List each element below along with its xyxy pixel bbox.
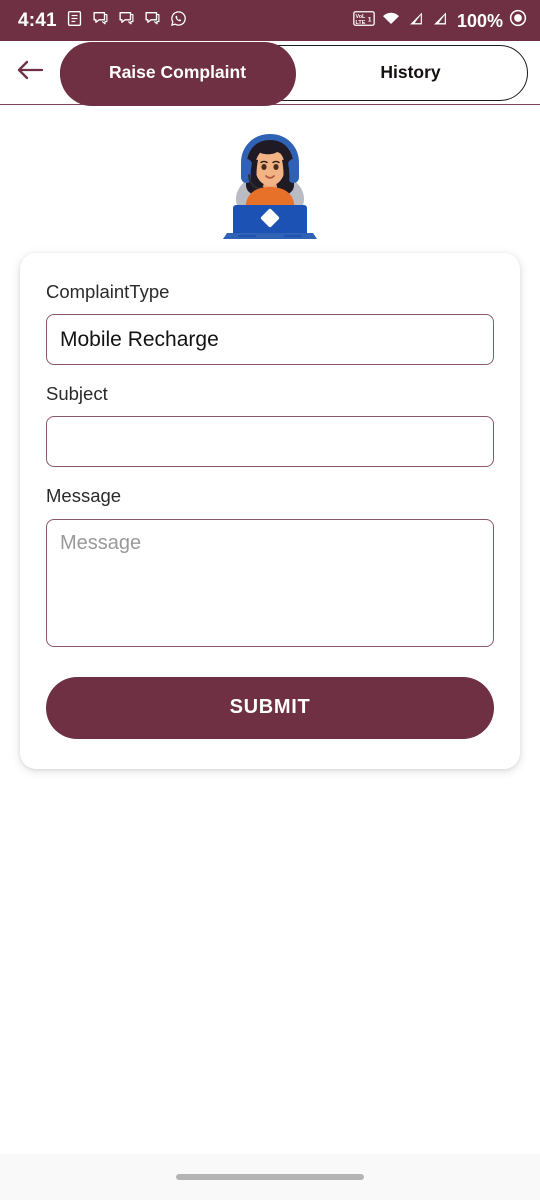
back-arrow-icon — [15, 58, 45, 87]
wifi-icon — [381, 10, 401, 32]
message-bubble-icon — [144, 10, 161, 32]
message-bubble-icon — [118, 10, 135, 32]
message-placeholder: Message — [60, 531, 142, 554]
back-button[interactable] — [0, 41, 60, 105]
signal-bars-icon — [431, 10, 449, 32]
phone-screen: 4:41 VoL LTE 1 100% Raise Complaint Hist… — [0, 0, 540, 1200]
status-bar: 4:41 VoL LTE 1 100% — [0, 0, 540, 41]
tab-switcher: Raise Complaint History — [59, 41, 528, 106]
complaint-form-card: ComplaintType Mobile Recharge Subject Me… — [20, 253, 520, 769]
volte-icon: VoL LTE 1 — [353, 10, 375, 32]
status-time: 4:41 — [18, 10, 57, 31]
home-gesture-pill[interactable] — [176, 1174, 364, 1180]
signal-bars-icon — [407, 10, 425, 32]
whatsapp-icon — [170, 10, 187, 32]
message-bubble-icon — [92, 10, 109, 32]
message-label: Message — [46, 485, 122, 507]
app-header: Raise Complaint History — [0, 41, 540, 106]
system-navigation-bar — [0, 1154, 540, 1200]
customer-support-agent-illustration — [218, 123, 322, 241]
complaint-type-value: Mobile Recharge — [60, 327, 219, 351]
battery-icon — [509, 9, 527, 32]
complaint-type-label: ComplaintType — [46, 281, 170, 302]
subject-input[interactable] — [46, 416, 494, 468]
tab-raise-complaint[interactable]: Raise Complaint — [61, 46, 294, 100]
document-notification-icon — [66, 10, 83, 32]
svg-text:LTE: LTE — [355, 19, 365, 25]
complaint-type-select[interactable]: Mobile Recharge — [46, 314, 494, 366]
hero-illustration-area — [0, 105, 540, 241]
page-content: ComplaintType Mobile Recharge Subject Me… — [0, 105, 540, 1154]
svg-text:1: 1 — [368, 16, 372, 23]
message-textarea[interactable]: Message — [46, 518, 494, 647]
tab-history[interactable]: History — [294, 46, 527, 100]
battery-percent-label: 100% — [456, 10, 503, 31]
subject-label: Subject — [46, 383, 108, 405]
submit-button[interactable]: SUBMIT — [46, 676, 494, 739]
status-bar-right: VoL LTE 1 100% — [353, 9, 527, 32]
status-bar-left: 4:41 — [18, 10, 187, 32]
